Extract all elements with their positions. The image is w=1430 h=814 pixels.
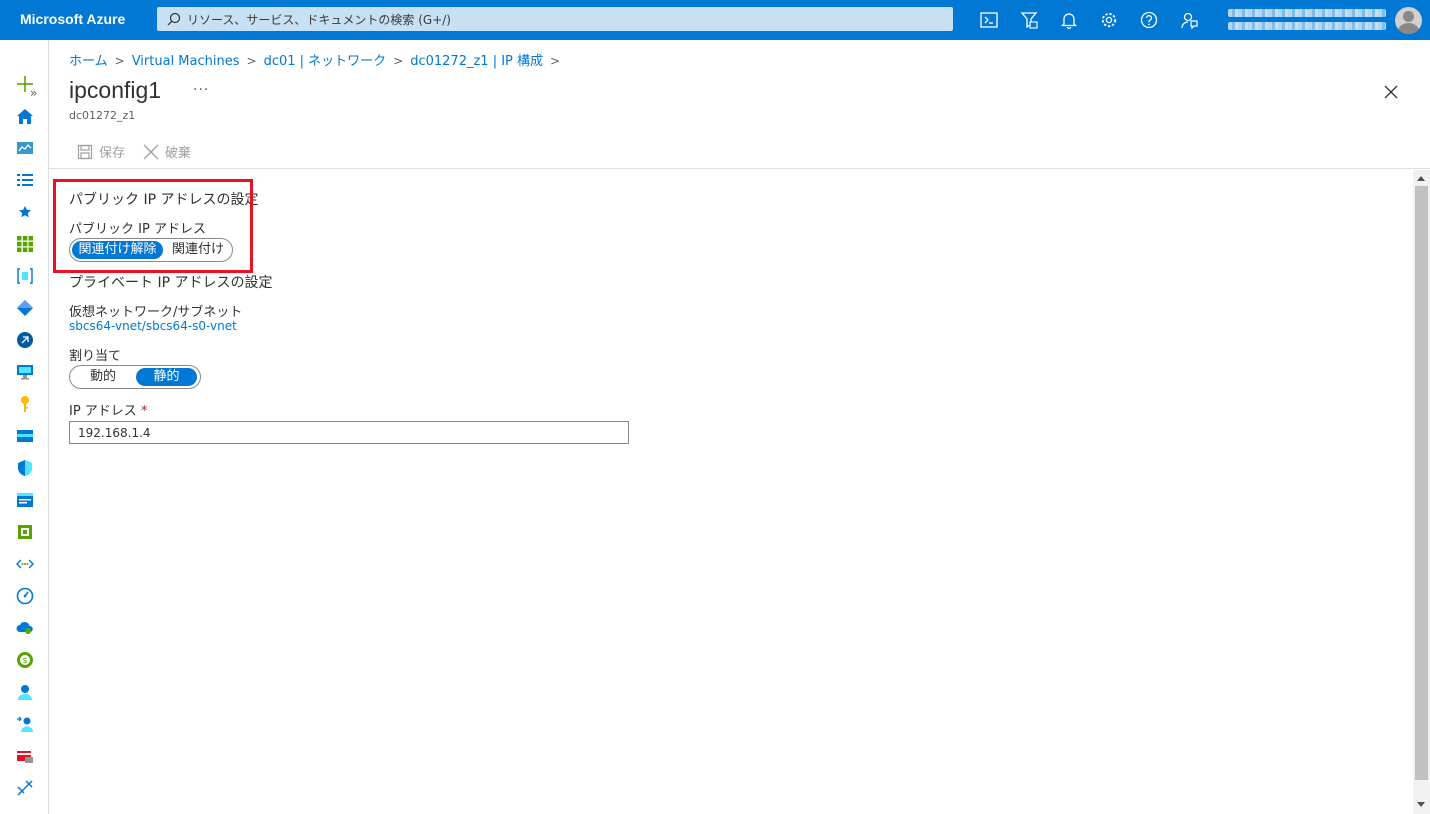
page-title: ipconfig1 (69, 77, 162, 103)
breadcrumb-dc01-network[interactable]: dc01 | ネットワーク (264, 54, 387, 69)
vnet-subnet-label: 仮想ネットワーク/サブネット (69, 305, 243, 320)
ip-address-label-text: IP アドレス (69, 404, 137, 419)
chevron-right-icon: > (393, 54, 404, 68)
app-services-icon[interactable] (16, 299, 34, 317)
command-bar-divider (49, 168, 1430, 169)
red-highlight-box (53, 179, 253, 273)
network-connection-icon[interactable] (16, 779, 34, 797)
assignment-label: 割り当て (69, 349, 122, 364)
top-bar: Microsoft Azure リソース、サービス、ドキュメントの検索 (G+/… (0, 0, 1430, 40)
user-switch-icon[interactable] (16, 715, 34, 733)
settings-icon[interactable] (1099, 10, 1119, 30)
assignment-option-static[interactable]: 静的 (136, 368, 197, 386)
dashboard-icon[interactable] (16, 139, 34, 157)
discard-label: 破棄 (165, 146, 192, 161)
chevron-right-icon: > (550, 54, 561, 68)
search-placeholder[interactable]: リソース、サービス、ドキュメントの検索 (G+/) (187, 11, 451, 28)
favorites-star-icon[interactable] (16, 203, 34, 221)
subscriptions-icon[interactable] (16, 747, 34, 765)
key-vault-icon[interactable] (16, 395, 34, 413)
directory-filter-icon[interactable] (1019, 10, 1039, 30)
required-marker: * (140, 404, 148, 419)
save-button[interactable]: 保存 (77, 142, 125, 161)
breadcrumb-virtual-machines[interactable]: Virtual Machines (132, 54, 240, 69)
scroll-down-arrow-icon[interactable] (1417, 802, 1425, 807)
scroll-up-arrow-icon[interactable] (1417, 176, 1425, 181)
breadcrumb-ip-config[interactable]: dc01272_z1 | IP 構成 (410, 54, 543, 69)
breadcrumb: ホーム > Virtual Machines > dc01 | ネットワーク > dc012… (69, 50, 567, 69)
monitor-icon[interactable] (16, 491, 34, 509)
assignment-toggle: 動的 静的 (69, 365, 201, 389)
chevron-right-icon: > (114, 54, 125, 68)
cloud-shell-icon[interactable] (979, 10, 999, 30)
svg-text:$: $ (22, 656, 27, 665)
security-center-icon[interactable] (16, 459, 34, 477)
chevron-right-icon: > (246, 54, 257, 68)
private-ip-section-heading: プライベート IP アドレスの設定 (69, 275, 273, 291)
breadcrumb-home[interactable]: ホーム (69, 54, 108, 69)
azure-brand-link[interactable]: Microsoft Azure (20, 11, 125, 27)
users-icon[interactable] (16, 683, 34, 701)
cost-analysis-icon[interactable]: $ (16, 651, 34, 669)
close-icon[interactable] (1383, 84, 1399, 100)
function-app-icon[interactable] (16, 331, 34, 349)
assignment-option-dynamic[interactable]: 動的 (72, 368, 134, 386)
virtual-machines-icon[interactable] (16, 363, 34, 381)
ip-address-input[interactable] (70, 423, 626, 443)
resource-groups-icon[interactable] (16, 267, 34, 285)
vnet-subnet-link[interactable]: sbcs64-vnet/sbcs64-s0-vnet (69, 319, 237, 333)
ip-address-field[interactable] (69, 421, 629, 444)
discard-button[interactable]: 破棄 (143, 142, 191, 161)
avatar[interactable] (1395, 7, 1422, 34)
create-resource-icon[interactable] (16, 75, 34, 93)
vertical-scrollbar[interactable] (1413, 170, 1430, 814)
scrollbar-thumb[interactable] (1415, 186, 1428, 780)
save-icon (77, 144, 93, 160)
discard-icon (143, 144, 159, 160)
more-options-button[interactable]: ··· (193, 82, 209, 98)
all-services-icon[interactable] (16, 171, 34, 189)
page-subtitle: dc01272_z1 (69, 109, 136, 122)
all-resources-icon[interactable] (16, 235, 34, 253)
storage-accounts-icon[interactable] (16, 427, 34, 445)
cloud-service-icon[interactable] (16, 619, 34, 637)
advisor-icon[interactable] (16, 587, 34, 605)
notifications-icon[interactable] (1059, 10, 1079, 30)
global-search-box[interactable]: リソース、サービス、ドキュメントの検索 (G+/) (157, 7, 953, 31)
account-info-blurred[interactable] (1228, 7, 1388, 33)
feedback-icon[interactable] (1179, 10, 1199, 30)
help-icon[interactable] (1139, 10, 1159, 30)
save-label: 保存 (99, 146, 126, 161)
virtual-network-icon[interactable] (16, 555, 34, 573)
home-icon[interactable] (16, 107, 34, 125)
cost-management-icon[interactable] (16, 523, 34, 541)
search-icon (167, 12, 181, 26)
ip-address-label: IP アドレス * (69, 400, 147, 419)
